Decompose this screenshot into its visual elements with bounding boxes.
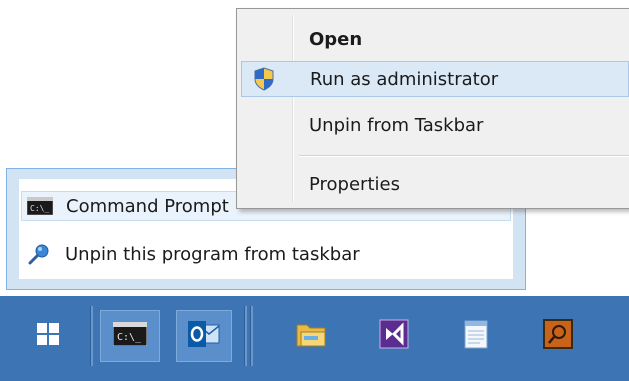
menu-item-unpin-from-taskbar[interactable]: Unpin from Taskbar [241, 107, 629, 143]
taskbar-button-visual-studio[interactable] [364, 310, 424, 362]
menu-item-label: Unpin from Taskbar [309, 114, 484, 136]
jump-list-item-unpin[interactable]: Unpin this program from taskbar [21, 239, 511, 269]
jump-list-item-label: Command Prompt [66, 195, 229, 217]
outlook-icon [187, 319, 221, 353]
taskbar-button-notepad[interactable] [446, 310, 506, 362]
taskbar-button-app[interactable] [528, 310, 588, 362]
screenshot-stage: C:\_ Command Prompt Unpin this program f… [0, 0, 629, 381]
menu-item-open[interactable]: Open [241, 21, 629, 57]
visual-studio-icon [379, 319, 409, 353]
app-orange-icon [543, 319, 573, 353]
taskbar-button-outlook[interactable] [176, 310, 232, 362]
svg-text:C:\_: C:\_ [117, 332, 142, 343]
taskbar-divider [90, 306, 93, 366]
svg-text:C:\_: C:\_ [30, 204, 49, 213]
unpin-icon [25, 243, 53, 265]
taskbar-button-command-prompt[interactable]: C:\_ [100, 310, 160, 362]
menu-separator [299, 155, 629, 157]
taskbar-button-start[interactable] [18, 310, 78, 362]
taskbar-divider [244, 306, 247, 366]
menu-item-run-as-administrator[interactable]: Run as administrator [241, 61, 629, 97]
uac-shield-icon [250, 65, 278, 93]
taskbar: C:\_ [0, 296, 629, 381]
menu-item-label: Properties [309, 173, 400, 195]
windows-start-icon [37, 323, 59, 349]
menu-item-label: Run as administrator [310, 68, 499, 90]
command-prompt-icon: C:\_ [26, 195, 54, 217]
context-menu: Open Run as administrator Unpin from Tas… [236, 8, 629, 209]
menu-item-properties[interactable]: Properties [241, 166, 629, 202]
notepad-icon [463, 318, 489, 354]
file-explorer-icon [295, 319, 329, 353]
taskbar-button-file-explorer[interactable] [282, 310, 342, 362]
menu-item-label: Open [309, 28, 363, 50]
jump-list-item-label: Unpin this program from taskbar [65, 243, 360, 265]
taskbar-divider [250, 306, 253, 366]
command-prompt-icon: C:\_ [112, 321, 148, 350]
